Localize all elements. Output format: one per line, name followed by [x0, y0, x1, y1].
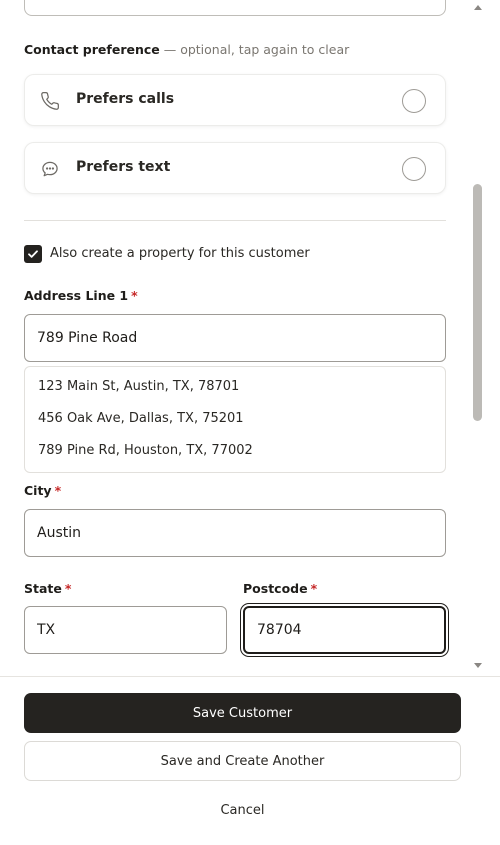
required-asterisk: * — [64, 581, 72, 596]
address-suggestion[interactable]: 123 Main St, Austin, TX, 78701 — [25, 371, 445, 403]
checkmark-icon — [28, 250, 38, 258]
city-label-text: City — [24, 483, 52, 498]
chat-icon — [39, 158, 61, 180]
prefers-calls-label: Prefers calls — [76, 91, 175, 107]
address-line-1-input[interactable] — [24, 314, 446, 362]
scrollbar-thumb[interactable] — [473, 184, 482, 421]
required-asterisk: * — [310, 581, 318, 596]
scroll-up-arrow-icon[interactable] — [474, 5, 482, 10]
phone-icon — [39, 90, 61, 112]
cancel-button[interactable]: Cancel — [24, 790, 461, 830]
city-input[interactable] — [24, 509, 446, 557]
section-divider — [24, 220, 446, 221]
state-label-text: State — [24, 581, 62, 596]
create-property-checkbox[interactable] — [24, 245, 42, 263]
address-suggestion[interactable]: 789 Pine Rd, Houston, TX, 77002 — [25, 435, 445, 467]
prefers-text-label: Prefers text — [76, 159, 171, 175]
contact-preference-title: Contact preference — [24, 42, 160, 57]
save-customer-button[interactable]: Save Customer — [24, 693, 461, 733]
city-label: City * — [24, 483, 61, 498]
address-suggestions-list: 123 Main St, Austin, TX, 78701 456 Oak A… — [24, 366, 446, 473]
prefers-text-option[interactable]: Prefers text — [24, 142, 446, 194]
postcode-label: Postcode * — [243, 581, 317, 596]
address-label-text: Address Line 1 — [24, 288, 129, 303]
save-and-create-another-button[interactable]: Save and Create Another — [24, 741, 461, 781]
prefers-text-radio[interactable] — [402, 157, 426, 181]
previous-input-field[interactable] — [24, 0, 446, 16]
prefers-calls-option[interactable]: Prefers calls — [24, 74, 446, 126]
form-footer: Save Customer Save and Create Another Ca… — [0, 676, 500, 845]
state-input[interactable] — [24, 606, 227, 654]
scroll-down-arrow-icon[interactable] — [474, 663, 482, 668]
required-asterisk: * — [131, 288, 138, 303]
state-label: State * — [24, 581, 71, 596]
contact-preference-hint: — optional, tap again to clear — [159, 42, 350, 57]
address-suggestion[interactable]: 456 Oak Ave, Dallas, TX, 75201 — [25, 403, 445, 435]
form-scroll-area[interactable]: Contact preference — optional, tap again… — [0, 0, 486, 676]
prefers-calls-radio[interactable] — [402, 89, 426, 113]
create-property-label[interactable]: Also create a property for this customer — [50, 246, 310, 261]
required-asterisk: * — [54, 483, 62, 498]
postcode-input[interactable] — [243, 606, 446, 654]
address-line-1-label: Address Line 1 * — [24, 288, 138, 303]
scrollbar[interactable] — [472, 0, 484, 676]
postcode-label-text: Postcode — [243, 581, 308, 596]
contact-preference-label: Contact preference — optional, tap again… — [24, 42, 349, 57]
